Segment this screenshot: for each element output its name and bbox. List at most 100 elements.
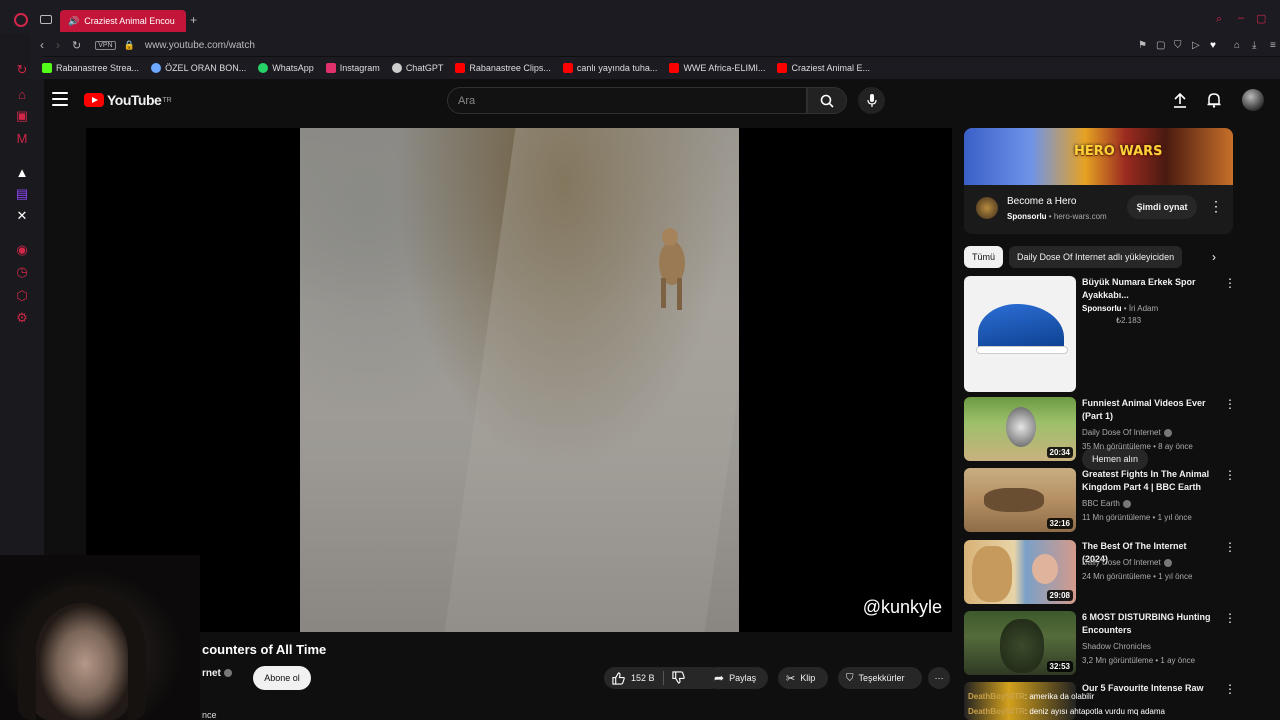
- more-vertical-icon[interactable]: ⋮: [1224, 611, 1236, 625]
- channel-line[interactable]: Daily Dose Of Internet: [1082, 428, 1172, 437]
- wallet-icon[interactable]: ⌂: [1234, 40, 1240, 51]
- video-player[interactable]: @kunkyle: [86, 128, 952, 632]
- bookmark-youtube-icon: [562, 63, 573, 73]
- ad-banner[interactable]: HERO WARS: [964, 128, 1233, 185]
- video-title[interactable]: Greatest Fights In The Animal Kingdom Pa…: [1082, 468, 1214, 494]
- hamburger-menu-icon[interactable]: [52, 92, 68, 106]
- speaker-icon[interactable]: 🔊: [68, 16, 79, 27]
- download-icon[interactable]: ⤓: [1252, 40, 1256, 51]
- voice-search-button[interactable]: [858, 87, 885, 114]
- url-field[interactable]: www.youtube.com/watch: [145, 40, 255, 51]
- video-thumbnail[interactable]: 32:53: [964, 611, 1076, 675]
- chip-from-channel[interactable]: Daily Dose Of Internet adlı yükleyiciden: [1009, 246, 1183, 268]
- tab-active[interactable]: 🔊 Craziest Animal Encou: [60, 10, 186, 32]
- heart-icon[interactable]: ♥: [1210, 40, 1216, 51]
- search-input[interactable]: Ara: [447, 87, 807, 114]
- minimize-icon[interactable]: –: [1238, 12, 1244, 24]
- recommendation-item[interactable]: 32:16 Greatest Fights In The Animal King…: [964, 468, 1239, 534]
- chip-all[interactable]: Tümü: [964, 246, 1004, 268]
- dislike-button[interactable]: [671, 670, 685, 686]
- shopping-icon[interactable]: ⌂: [12, 84, 32, 104]
- video-frame[interactable]: [300, 128, 739, 632]
- bookmark-item[interactable]: Instagram: [325, 63, 380, 73]
- bookmark-item[interactable]: WWE Africa-ELIMI...: [669, 63, 765, 73]
- aria-icon[interactable]: ▲: [12, 162, 32, 182]
- opera-menu-icon[interactable]: [14, 13, 28, 27]
- subscribe-button[interactable]: Abone ol: [253, 666, 311, 690]
- more-vertical-icon[interactable]: ⋮: [1224, 276, 1236, 290]
- gmail-icon[interactable]: M: [12, 128, 32, 148]
- forward-icon[interactable]: ›: [56, 38, 60, 52]
- lock-icon[interactable]: 🔒: [124, 40, 135, 51]
- bookmark-item[interactable]: Rabanastree Strea...: [42, 63, 139, 73]
- description-snippet[interactable]: nce: [202, 710, 217, 720]
- notifications-button[interactable]: [1204, 90, 1224, 110]
- thanks-button[interactable]: ⛉ Teşekkürler: [838, 667, 922, 689]
- clip-button[interactable]: ✂ Klip: [778, 667, 828, 689]
- video-title[interactable]: Funniest Animal Videos Ever (Part 1): [1082, 397, 1214, 423]
- music-icon[interactable]: ◉: [12, 240, 32, 260]
- bookmark-item[interactable]: ÖZEL ORAN BON...: [151, 63, 246, 73]
- bookmark-item[interactable]: ChatGPT: [391, 63, 443, 73]
- play-now-button[interactable]: Şimdi oynat: [1127, 195, 1197, 219]
- more-vertical-icon[interactable]: ⋮: [1209, 198, 1223, 215]
- messenger-icon[interactable]: ▣: [12, 106, 32, 126]
- vpn-badge[interactable]: VPN: [95, 40, 116, 50]
- easy-setup-icon[interactable]: ≡: [1270, 40, 1276, 51]
- search-tabs-icon[interactable]: ⌕: [1216, 13, 1222, 26]
- channel-line[interactable]: BBC Earth: [1082, 499, 1131, 508]
- ai-icon[interactable]: ↻: [12, 60, 32, 80]
- bookmark-item[interactable]: WhatsApp: [258, 63, 314, 73]
- ad-card[interactable]: HERO WARS Become a Hero Sponsorlu • hero…: [964, 128, 1233, 234]
- shopping-ad[interactable]: Büyük Numara Erkek Spor Ayakkabı... Spon…: [964, 276, 1239, 392]
- bookmarks-bar: Rabanastree Strea... ÖZEL ORAN BON... Wh…: [30, 57, 1280, 79]
- new-tab-icon[interactable]: +: [190, 13, 197, 27]
- bookmark-chatgpt-icon: [391, 63, 402, 73]
- pinboard-icon[interactable]: ⬡: [12, 286, 32, 306]
- share-button[interactable]: ➦ Paylaş: [706, 667, 768, 689]
- chevron-right-icon[interactable]: ›: [1212, 250, 1216, 264]
- reload-icon[interactable]: ↻: [72, 39, 81, 52]
- account-avatar[interactable]: [1242, 89, 1264, 111]
- scissors-icon: ✂: [786, 672, 796, 685]
- more-vertical-icon[interactable]: ⋮: [1224, 540, 1236, 554]
- video-meta: 35 Mn görüntüleme • 8 ay önce: [1082, 442, 1193, 451]
- like-button[interactable]: 152 B: [612, 671, 655, 685]
- bookmark-icon[interactable]: ⚑: [1138, 40, 1147, 51]
- shop-title[interactable]: Büyük Numara Erkek Spor Ayakkabı...: [1082, 276, 1214, 302]
- video-title[interactable]: 6 MOST DISTURBING Hunting Encounters: [1082, 611, 1214, 637]
- video-thumbnail[interactable]: 29:08: [964, 540, 1076, 604]
- upload-button[interactable]: [1170, 90, 1190, 110]
- back-icon[interactable]: ‹: [40, 38, 44, 52]
- bookmark-item[interactable]: canlı yayında tuha...: [562, 63, 657, 73]
- maximize-icon[interactable]: ▢: [1256, 12, 1266, 25]
- recommendation-item[interactable]: 29:08 The Best Of The Internet (2024) Da…: [964, 540, 1239, 606]
- more-actions-button[interactable]: ⋯: [928, 667, 950, 689]
- channel-line[interactable]: Daily Dose Of Internet: [1082, 558, 1172, 567]
- bookmark-item[interactable]: Craziest Animal E...: [777, 63, 870, 73]
- recommendation-item[interactable]: 20:34 Funniest Animal Videos Ever (Part …: [964, 397, 1239, 463]
- youtube-logo[interactable]: YouTube TR: [84, 92, 172, 108]
- sponsored-label: Sponsorlu: [1007, 212, 1047, 221]
- more-vertical-icon[interactable]: ⋮: [1224, 468, 1236, 482]
- history-icon[interactable]: ◷: [12, 262, 32, 282]
- search-button[interactable]: [807, 87, 847, 114]
- snapshot-icon[interactable]: ▢: [1156, 40, 1165, 51]
- channel-name[interactable]: rnet: [202, 668, 232, 679]
- bookmark-item[interactable]: Rabanastree Clips...: [455, 63, 551, 73]
- x-icon[interactable]: ✕: [12, 206, 32, 226]
- video-thumbnail[interactable]: 20:34: [964, 397, 1076, 461]
- chat-text: : deniz ayısı ahtapotla vurdu mq adama: [1024, 707, 1165, 716]
- recommendation-item[interactable]: 32:53 6 MOST DISTURBING Hunting Encounte…: [964, 611, 1239, 677]
- shield-icon[interactable]: ⛉: [1174, 40, 1182, 51]
- tab-overview-icon[interactable]: [40, 15, 52, 24]
- settings-icon[interactable]: ⚙: [12, 308, 32, 328]
- more-vertical-icon[interactable]: ⋮: [1224, 397, 1236, 411]
- twitch-icon[interactable]: ▤: [12, 184, 32, 204]
- play-icon[interactable]: ▷: [1192, 40, 1200, 51]
- shoe-thumbnail[interactable]: [964, 276, 1076, 392]
- search-icon: [820, 94, 834, 108]
- video-thumbnail[interactable]: 32:16: [964, 468, 1076, 532]
- channel-name[interactable]: Shadow Chronicles: [1082, 642, 1151, 651]
- address-bar: ‹ › ↻ VPN 🔒 www.youtube.com/watch ⚑ ▢ ⛉ …: [30, 34, 1280, 56]
